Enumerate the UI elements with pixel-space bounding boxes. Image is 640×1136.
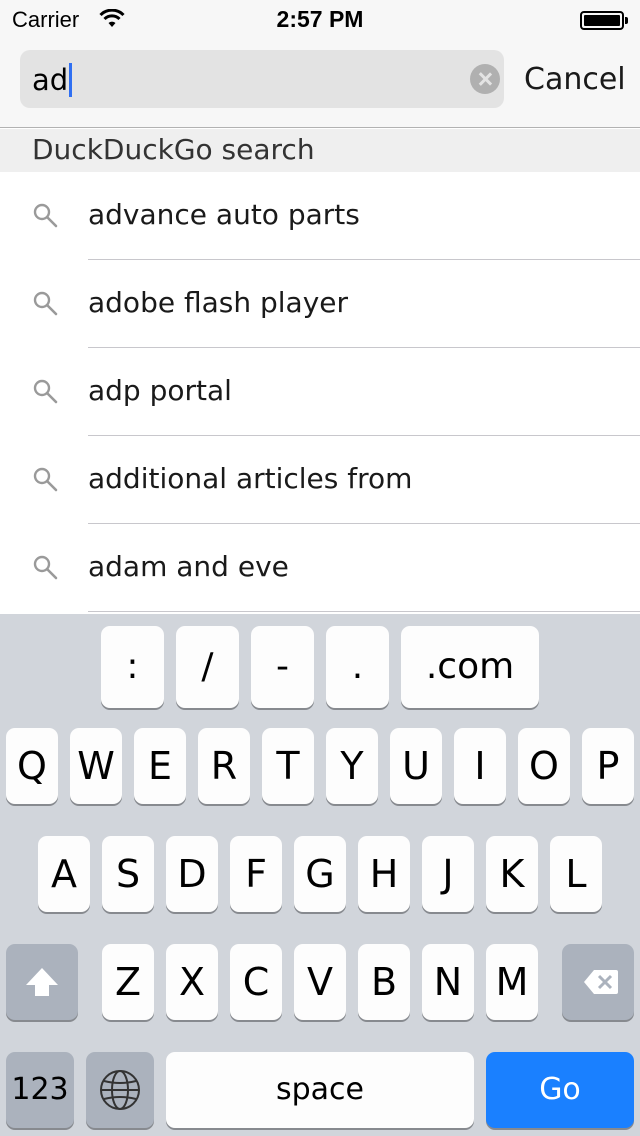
globe-icon — [100, 1070, 140, 1110]
list-item[interactable]: additional articles from — [0, 436, 640, 524]
key-h[interactable]: H — [358, 836, 410, 912]
key-f[interactable]: F — [230, 836, 282, 912]
key-j[interactable]: J — [422, 836, 474, 912]
keyboard: : / - . .com Q W E R T Y U I O P A S D F… — [0, 614, 640, 1136]
section-title: DuckDuckGo search — [32, 133, 315, 166]
key-colon[interactable]: : — [101, 626, 164, 708]
key-z[interactable]: Z — [102, 944, 154, 1020]
search-icon — [33, 203, 58, 228]
key-s[interactable]: S — [102, 836, 154, 912]
search-input-value: ad — [32, 63, 69, 97]
key-o[interactable]: O — [518, 728, 570, 804]
key-t[interactable]: T — [262, 728, 314, 804]
suggestion-list: advance auto parts adobe flash player ad… — [0, 172, 640, 612]
key-y[interactable]: Y — [326, 728, 378, 804]
key-x[interactable]: X — [166, 944, 218, 1020]
shift-key[interactable] — [6, 944, 78, 1020]
key-u[interactable]: U — [390, 728, 442, 804]
search-icon — [33, 555, 58, 580]
key-m[interactable]: M — [486, 944, 538, 1020]
cancel-button[interactable]: Cancel — [524, 62, 626, 97]
clear-search-icon[interactable] — [470, 64, 500, 94]
list-item[interactable]: adobe flash player — [0, 260, 640, 348]
search-input[interactable]: ad — [20, 50, 504, 108]
search-icon — [33, 467, 58, 492]
go-key[interactable]: Go — [486, 1052, 634, 1128]
key-c[interactable]: C — [230, 944, 282, 1020]
key-w[interactable]: W — [70, 728, 122, 804]
search-icon — [33, 379, 58, 404]
list-item[interactable]: advance auto parts — [0, 172, 640, 260]
key-period[interactable]: . — [326, 626, 389, 708]
key-slash[interactable]: / — [176, 626, 239, 708]
key-r[interactable]: R — [198, 728, 250, 804]
key-b[interactable]: B — [358, 944, 410, 1020]
backspace-icon — [584, 970, 618, 994]
section-header: DuckDuckGo search — [0, 129, 640, 172]
key-n[interactable]: N — [422, 944, 474, 1020]
suggestion-label: adam and eve — [88, 550, 289, 583]
key-d[interactable]: D — [166, 836, 218, 912]
battery-icon — [580, 11, 628, 30]
divider — [88, 611, 640, 612]
shift-icon — [26, 968, 58, 996]
text-caret — [69, 63, 73, 97]
key-p[interactable]: P — [582, 728, 634, 804]
key-dotcom[interactable]: .com — [401, 626, 539, 708]
search-header: ad Cancel — [0, 40, 640, 128]
key-a[interactable]: A — [38, 836, 90, 912]
delete-key[interactable] — [562, 944, 634, 1020]
globe-key[interactable] — [86, 1052, 154, 1128]
key-i[interactable]: I — [454, 728, 506, 804]
key-k[interactable]: K — [486, 836, 538, 912]
key-l[interactable]: L — [550, 836, 602, 912]
list-item[interactable]: adam and eve — [0, 524, 640, 612]
key-e[interactable]: E — [134, 728, 186, 804]
space-key[interactable]: space — [166, 1052, 474, 1128]
key-hyphen[interactable]: - — [251, 626, 314, 708]
suggestion-label: adobe flash player — [88, 286, 349, 319]
suggestion-label: adp portal — [88, 374, 232, 407]
numbers-key[interactable]: 123 — [6, 1052, 74, 1128]
key-q[interactable]: Q — [6, 728, 58, 804]
status-time: 2:57 PM — [276, 6, 364, 32]
key-v[interactable]: V — [294, 944, 346, 1020]
search-icon — [33, 291, 58, 316]
status-bar: Carrier 2:57 PM — [0, 0, 640, 40]
suggestion-label: additional articles from — [88, 462, 413, 495]
suggestion-label: advance auto parts — [88, 198, 360, 231]
key-g[interactable]: G — [294, 836, 346, 912]
list-item[interactable]: adp portal — [0, 348, 640, 436]
